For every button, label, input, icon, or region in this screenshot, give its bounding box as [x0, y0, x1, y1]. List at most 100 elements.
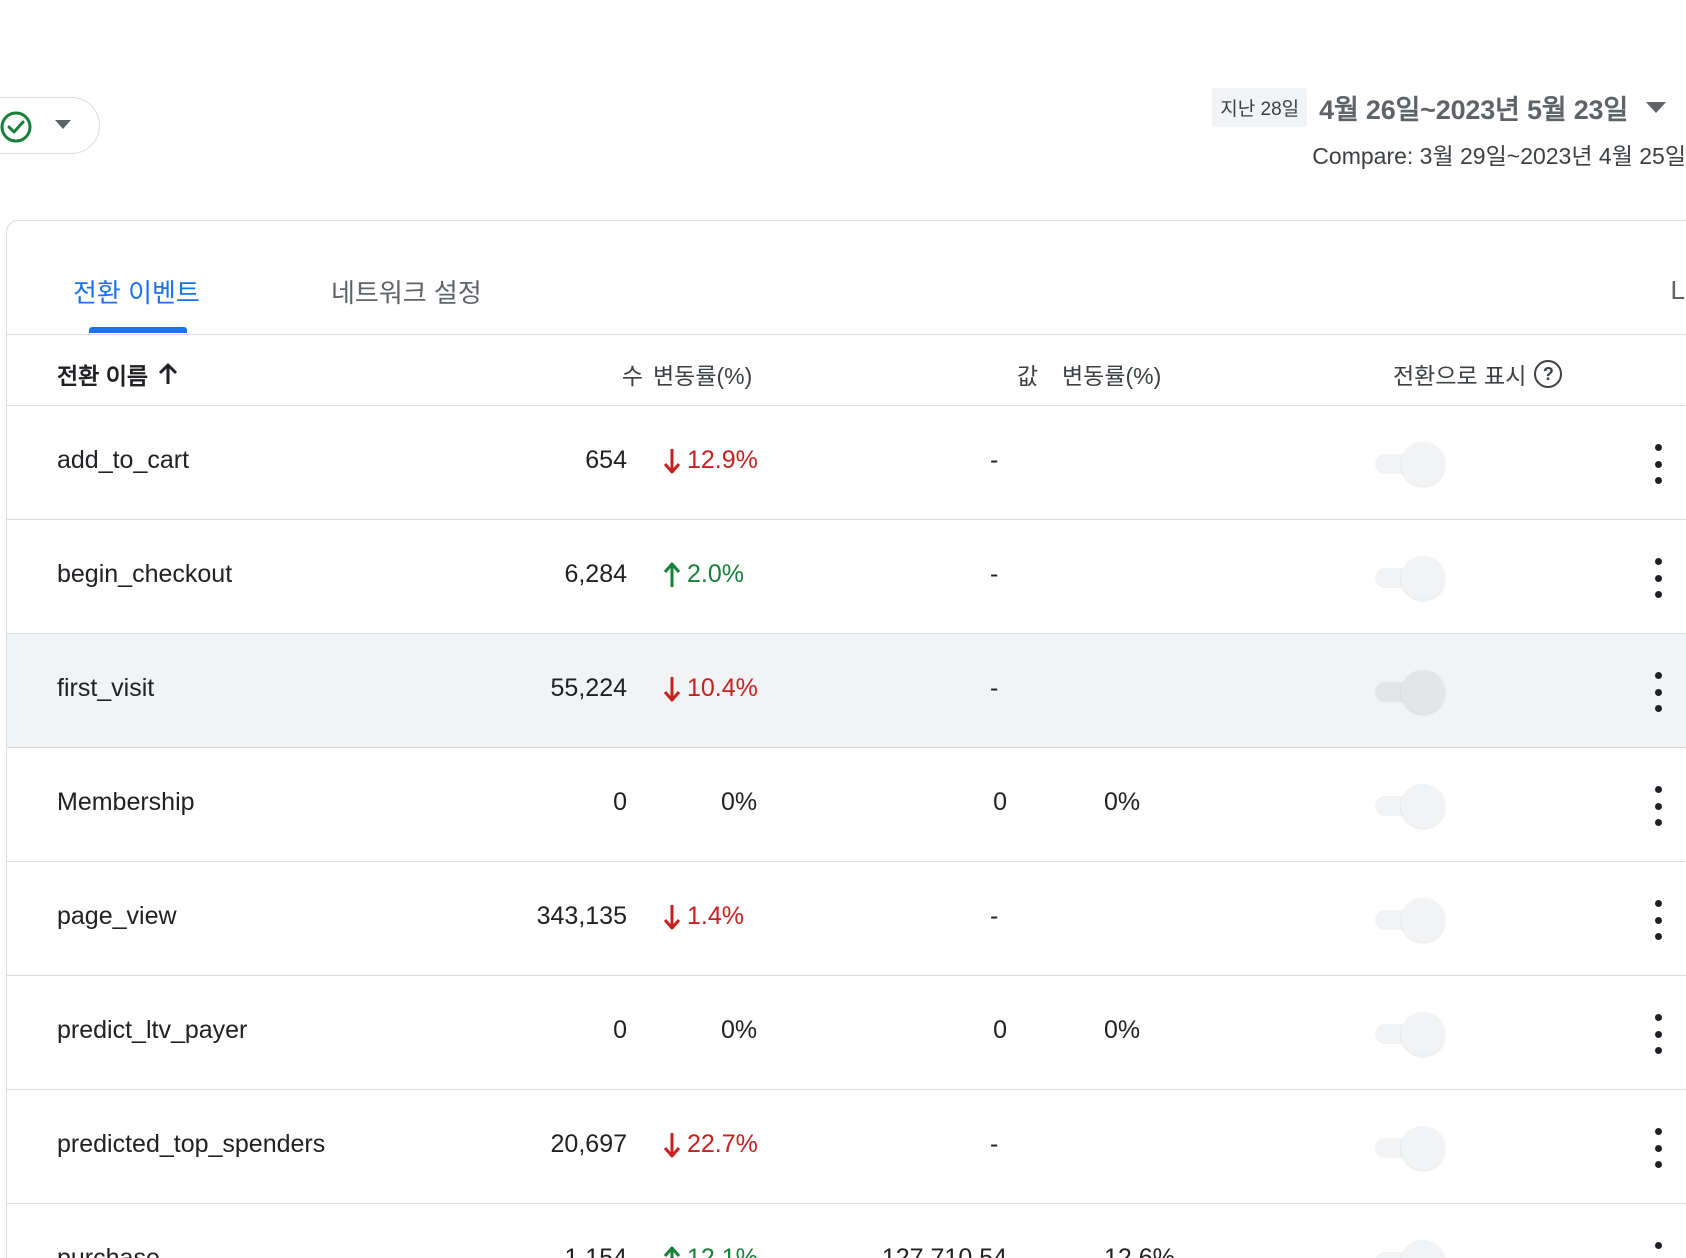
more-vert-dot — [1654, 574, 1662, 582]
more-vert-dot — [1654, 933, 1662, 940]
mark-as-conversion-toggle[interactable] — [1371, 898, 1447, 942]
column-header-name[interactable]: 전환 이름 — [57, 357, 178, 391]
table-row[interactable]: first_visit 55,224 10.4% - — [7, 634, 1686, 748]
conversion-name[interactable]: add_to_cart — [57, 446, 189, 475]
conversion-count: 1,154 — [564, 1244, 627, 1258]
more-vert-dot — [1654, 705, 1662, 712]
conversion-name[interactable]: predicted_top_spenders — [57, 1130, 325, 1159]
column-header-mark-as-conversion: 전환으로 표시 ? — [1393, 357, 1563, 391]
conversion-count: 343,135 — [536, 902, 627, 930]
value-change: 12.6% — [1104, 1244, 1175, 1258]
toggle-thumb — [1401, 670, 1445, 714]
count-change: 1.4% — [663, 902, 744, 931]
table-header: 전환 이름 수 변동률(%) 값 변동률(%) 전환으로 표시 ? — [7, 335, 1686, 406]
conversion-count: 6,284 — [564, 560, 627, 588]
more-options-button[interactable] — [1641, 1014, 1675, 1054]
conversion-count: 0 — [613, 1016, 627, 1044]
toggle-thumb — [1401, 1240, 1445, 1258]
more-options-button[interactable] — [1641, 1128, 1675, 1168]
conversion-name[interactable]: purchase — [57, 1244, 160, 1258]
tab-overflow[interactable]: L — [1671, 275, 1685, 306]
count-change: 12.1% — [663, 1244, 758, 1258]
column-header-count[interactable]: 수 — [622, 357, 643, 391]
conversion-count: 0 — [613, 788, 627, 816]
more-vert-dot — [1654, 916, 1662, 924]
table-row[interactable]: Membership 0 0% 0 0% — [7, 748, 1686, 862]
more-vert-icon — [1654, 558, 1662, 565]
toggle-thumb — [1401, 1126, 1445, 1170]
caret-down-icon — [55, 120, 71, 129]
more-vert-dot — [1654, 1030, 1662, 1038]
table-row[interactable]: add_to_cart 654 12.9% - — [7, 406, 1686, 520]
tab-network-settings[interactable]: 네트워크 설정 — [331, 273, 482, 310]
count-change: 12.9% — [663, 446, 758, 475]
table-row[interactable]: begin_checkout 6,284 2.0% - — [7, 520, 1686, 634]
date-range-picker[interactable]: 지난 28일 4월 26일~2023년 5월 23일 Compare: 3월 2… — [1212, 88, 1686, 171]
conversion-name[interactable]: predict_ltv_payer — [57, 1016, 247, 1045]
mark-as-conversion-toggle[interactable] — [1371, 670, 1447, 714]
count-change-value: 2.0% — [687, 560, 744, 588]
value-change: 0% — [1104, 1016, 1141, 1044]
mark-as-conversion-toggle[interactable] — [1371, 442, 1447, 486]
mark-as-conversion-toggle[interactable] — [1371, 1240, 1447, 1258]
more-vert-dot — [1654, 1144, 1662, 1152]
tab-conversion-events[interactable]: 전환 이벤트 — [73, 273, 200, 310]
table-row[interactable]: predict_ltv_payer 0 0% 0 0% — [7, 976, 1686, 1090]
more-options-button[interactable] — [1641, 900, 1675, 940]
column-header-value-change[interactable]: 변동률(%) — [1062, 357, 1161, 391]
count-change: 0% — [721, 788, 758, 816]
arrow-down-icon — [663, 676, 681, 701]
more-vert-icon — [1654, 444, 1662, 451]
count-change: 10.4% — [663, 674, 758, 703]
toggle-thumb — [1401, 442, 1445, 486]
arrow-down-icon — [663, 1132, 681, 1157]
more-vert-dot — [1654, 688, 1662, 696]
mark-as-conversion-toggle[interactable] — [1371, 1126, 1447, 1170]
conversion-value: - — [990, 560, 999, 588]
column-header-mark-label: 전환으로 표시 — [1393, 363, 1527, 389]
conversion-value: - — [990, 446, 999, 474]
more-options-button[interactable] — [1641, 786, 1675, 826]
toggle-thumb — [1401, 1012, 1445, 1056]
more-options-button[interactable] — [1641, 672, 1675, 712]
table-row[interactable]: predicted_top_spenders 20,697 22.7% - — [7, 1090, 1686, 1204]
conversion-value: 127,710.54 — [881, 1244, 1007, 1258]
status-filter-chip[interactable] — [0, 97, 100, 154]
more-vert-icon — [1654, 1014, 1662, 1021]
more-vert-dot — [1654, 1161, 1662, 1168]
more-vert-dot — [1654, 1047, 1662, 1054]
column-header-value[interactable]: 값 — [1017, 357, 1038, 391]
conversion-value: - — [990, 674, 999, 702]
more-options-button[interactable] — [1641, 1242, 1675, 1258]
conversion-name[interactable]: begin_checkout — [57, 560, 232, 589]
more-vert-icon — [1654, 672, 1662, 679]
more-options-button[interactable] — [1641, 558, 1675, 598]
mark-as-conversion-toggle[interactable] — [1371, 784, 1447, 828]
conversions-card: 전환 이벤트 네트워크 설정 L 전환 이름 수 변동률(%) 값 변동률(%)… — [6, 220, 1686, 1258]
conversion-value: 0 — [993, 788, 1007, 816]
more-vert-dot — [1654, 460, 1662, 468]
arrow-up-icon — [158, 363, 178, 384]
mark-as-conversion-toggle[interactable] — [1371, 556, 1447, 600]
conversion-count: 20,697 — [550, 1130, 627, 1158]
help-icon[interactable]: ? — [1534, 360, 1563, 388]
count-change-value: 22.7% — [687, 1130, 758, 1158]
column-header-count-change[interactable]: 변동률(%) — [653, 357, 752, 391]
more-options-button[interactable] — [1641, 444, 1675, 484]
table-body: add_to_cart 654 12.9% - begin_checkout 6… — [7, 406, 1686, 1258]
mark-as-conversion-toggle[interactable] — [1371, 1012, 1447, 1056]
more-vert-dot — [1654, 477, 1662, 484]
table-row[interactable]: purchase 1,154 12.1% 127,710.54 12.6% — [7, 1204, 1686, 1258]
more-vert-dot — [1654, 819, 1662, 826]
caret-down-icon[interactable] — [1646, 101, 1666, 114]
more-vert-dot — [1654, 802, 1662, 810]
conversion-name[interactable]: page_view — [57, 902, 177, 931]
conversion-name[interactable]: first_visit — [57, 674, 154, 703]
count-change: 22.7% — [663, 1130, 758, 1159]
date-range-label[interactable]: 4월 26일~2023년 5월 23일 — [1319, 88, 1628, 127]
conversion-name[interactable]: Membership — [57, 788, 195, 817]
check-circle-icon — [0, 111, 32, 143]
conversion-value: - — [990, 902, 999, 930]
table-row[interactable]: page_view 343,135 1.4% - — [7, 862, 1686, 976]
more-vert-dot — [1654, 591, 1662, 598]
